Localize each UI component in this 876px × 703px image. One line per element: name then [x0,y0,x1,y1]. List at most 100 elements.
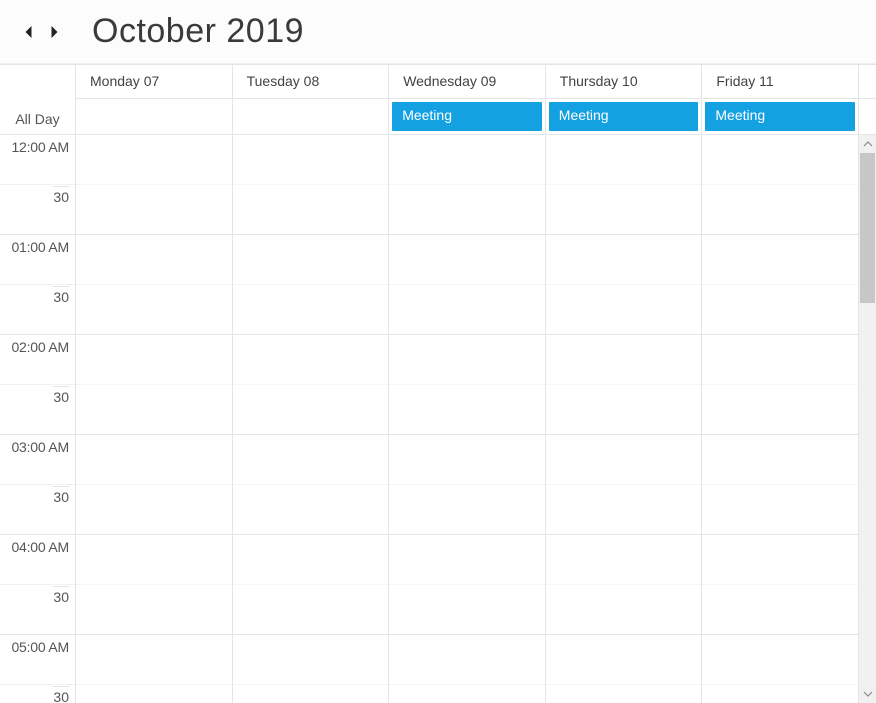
time-slot[interactable] [546,135,702,185]
time-slot[interactable] [702,535,858,585]
time-slot[interactable] [233,285,389,335]
time-slot[interactable] [546,385,702,435]
time-slot[interactable] [76,485,232,535]
time-slot[interactable] [546,185,702,235]
time-slot[interactable] [702,585,858,635]
time-slot[interactable] [76,235,232,285]
time-slot[interactable] [702,485,858,535]
day-column[interactable] [76,135,233,703]
time-slot[interactable] [389,385,545,435]
time-slot[interactable] [389,635,545,685]
time-slot[interactable] [233,135,389,185]
time-half-label: 30 [0,485,75,535]
scroll-thumb[interactable] [860,153,875,303]
day-header[interactable]: Friday 11 [702,65,858,98]
vertical-scrollbar[interactable] [858,135,876,703]
time-slot[interactable] [702,385,858,435]
time-slot[interactable] [389,285,545,335]
time-slot[interactable] [233,585,389,635]
time-slot[interactable] [76,335,232,385]
scroll-down-button[interactable] [859,685,876,703]
time-grid: 12:00 AM 30 01:00 AM 30 02:00 AM 30 03:0… [0,135,876,703]
time-slot[interactable] [233,235,389,285]
allday-cell[interactable]: Meeting [702,99,858,134]
day-header[interactable]: Thursday 10 [546,65,703,98]
allday-event[interactable]: Meeting [549,102,699,131]
time-slot[interactable] [546,685,702,703]
time-slot[interactable] [702,685,858,703]
time-slot[interactable] [233,335,389,385]
day-column[interactable] [389,135,546,703]
time-hour-group: 01:00 AM 30 [0,235,75,335]
allday-cell[interactable] [233,99,390,134]
time-slot[interactable] [702,335,858,385]
chevron-right-icon [49,25,60,39]
time-slot[interactable] [389,435,545,485]
time-slot[interactable] [546,485,702,535]
time-slot[interactable] [233,635,389,685]
time-half-label: 30 [0,185,75,235]
time-slot[interactable] [233,185,389,235]
time-slot[interactable] [389,135,545,185]
allday-event[interactable]: Meeting [392,102,542,131]
allday-cell[interactable] [76,99,233,134]
time-slot[interactable] [702,135,858,185]
time-slot[interactable] [389,585,545,635]
time-half-label: 30 [0,585,75,635]
time-slot[interactable] [389,335,545,385]
next-button[interactable] [44,22,64,42]
time-slot[interactable] [76,285,232,335]
time-slot[interactable] [76,685,232,703]
time-slot[interactable] [76,535,232,585]
time-slot[interactable] [233,535,389,585]
prev-button[interactable] [18,22,38,42]
scrollbar-header-spacer [858,65,876,99]
time-slot[interactable] [389,235,545,285]
day-column[interactable] [546,135,703,703]
day-header-cells: Monday 07 Tuesday 08 Wednesday 09 Thursd… [76,65,858,99]
time-slot[interactable] [76,585,232,635]
scroll-track[interactable] [859,153,876,685]
time-slot[interactable] [702,435,858,485]
time-slot[interactable] [702,185,858,235]
allday-cell[interactable]: Meeting [389,99,546,134]
time-slot[interactable] [233,685,389,703]
time-slot[interactable] [389,685,545,703]
day-column[interactable] [233,135,390,703]
time-slot[interactable] [546,335,702,385]
time-slot[interactable] [389,535,545,585]
time-slot[interactable] [702,235,858,285]
chevron-down-icon [863,691,873,697]
time-slot[interactable] [76,385,232,435]
time-slot[interactable] [76,635,232,685]
time-slot[interactable] [702,285,858,335]
time-hour-label: 04:00 AM [0,535,75,585]
day-column[interactable] [702,135,858,703]
calendar-title: October 2019 [92,12,304,51]
allday-row: All Day Meeting Meeting Meeting [0,99,876,135]
time-slot[interactable] [546,435,702,485]
time-slot[interactable] [233,435,389,485]
time-hour-group: 02:00 AM 30 [0,335,75,435]
time-slot[interactable] [233,385,389,435]
day-header[interactable]: Monday 07 [76,65,233,98]
time-slot[interactable] [76,435,232,485]
scroll-up-button[interactable] [859,135,876,153]
time-slot[interactable] [546,585,702,635]
allday-cell[interactable]: Meeting [546,99,703,134]
time-slot[interactable] [546,535,702,585]
time-half-label: 30 [0,385,75,435]
time-slot[interactable] [233,485,389,535]
time-slot[interactable] [389,485,545,535]
day-header[interactable]: Wednesday 09 [389,65,546,98]
time-slot[interactable] [702,635,858,685]
time-slot[interactable] [546,235,702,285]
time-half-label: 30 [0,285,75,335]
time-slot[interactable] [389,185,545,235]
day-header[interactable]: Tuesday 08 [233,65,390,98]
allday-event[interactable]: Meeting [705,102,855,131]
time-slot[interactable] [546,285,702,335]
time-slot[interactable] [76,185,232,235]
time-slot[interactable] [546,635,702,685]
time-slot[interactable] [76,135,232,185]
